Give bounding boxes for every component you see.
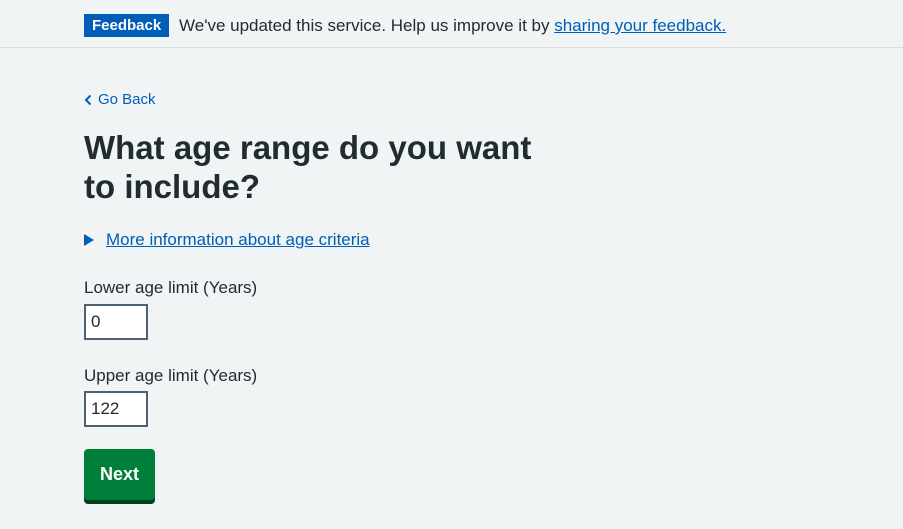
page-title: What age range do you want to include? — [84, 129, 532, 205]
go-back-link[interactable]: Go Back — [84, 90, 156, 110]
upper-age-label: Upper age limit (Years) — [84, 366, 258, 385]
feedback-banner: Feedback We've updated this service. Hel… — [0, 0, 903, 48]
triangle-right-icon — [84, 234, 94, 246]
go-back-label: Go Back — [98, 91, 156, 108]
next-button[interactable]: Next — [84, 449, 155, 500]
details-summary-text: More information about age criteria — [106, 230, 370, 249]
age-criteria-details[interactable]: More information about age criteria — [84, 229, 370, 251]
feedback-tag: Feedback — [84, 14, 170, 37]
feedback-link[interactable]: sharing your feedback. — [554, 16, 726, 35]
lower-age-label: Lower age limit (Years) — [84, 278, 258, 297]
chevron-left-icon — [84, 94, 92, 106]
feedback-message-text: We've updated this service. Help us impr… — [179, 16, 555, 35]
upper-age-input[interactable] — [84, 391, 148, 427]
feedback-message: We've updated this service. Help us impr… — [179, 15, 726, 37]
lower-age-input[interactable] — [84, 304, 148, 340]
